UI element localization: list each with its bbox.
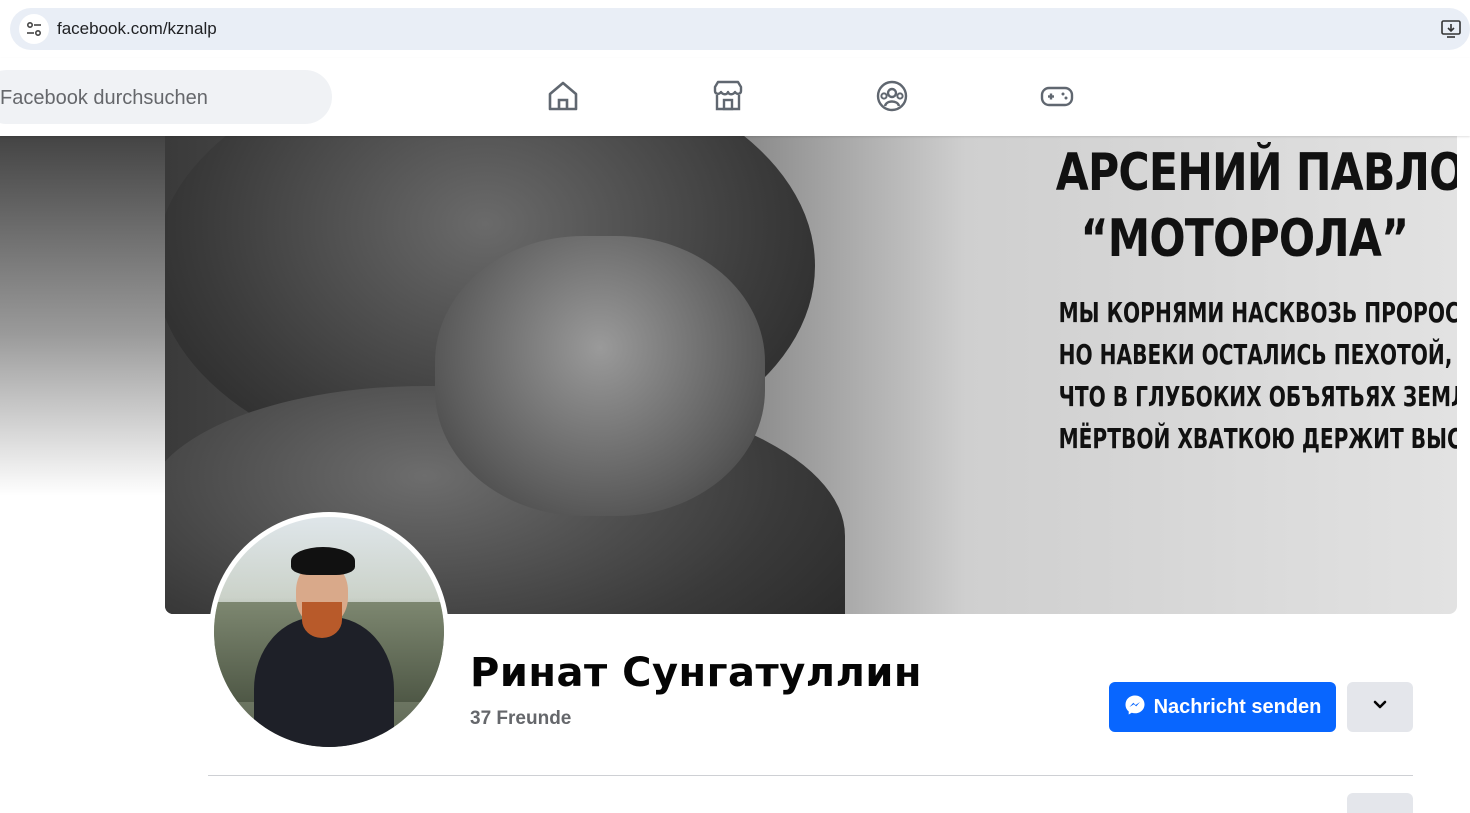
cover-title-line2: “МОТОРОЛА”	[1080, 209, 1410, 269]
send-message-button[interactable]: Nachricht senden	[1109, 682, 1336, 732]
avatar-beard	[302, 602, 342, 638]
page-background-gradient	[0, 136, 165, 496]
cover-title: АРСЕНИЙ ПАВЛОВ “МОТОРОЛА”	[1055, 140, 1457, 272]
cover-title-line1: АРСЕНИЙ ПАВЛОВ	[1055, 143, 1457, 203]
profile-divider	[208, 775, 1413, 776]
url-text[interactable]: facebook.com/kznalp	[57, 19, 217, 39]
profile-avatar[interactable]	[209, 512, 449, 752]
cover-face-shape	[435, 236, 765, 516]
cover-poem-line: МЫ КОРНЯМИ НАСКВОЗЬ ПРОРОСЛИ,	[1058, 296, 1457, 329]
install-app-icon[interactable]	[1440, 18, 1462, 40]
browser-toolbar: facebook.com/kznalp	[0, 0, 1470, 59]
search-input[interactable]	[0, 70, 332, 126]
search-box[interactable]	[0, 70, 332, 126]
profile-name: Ринат Сунгатуллин	[470, 650, 923, 696]
address-bar[interactable]: facebook.com/kznalp	[10, 8, 1470, 50]
facebook-top-nav	[0, 58, 1470, 136]
gaming-icon[interactable]	[1035, 74, 1079, 118]
partial-button[interactable]	[1347, 793, 1413, 813]
cover-poem-line: МЁРТВОЙ ХВАТКОЮ ДЕРЖИТ ВЫСОТЫ.	[1058, 422, 1457, 455]
cover-poem-line: НО НАВЕКИ ОСТАЛИСЬ ПЕХОТОЙ,	[1058, 338, 1453, 371]
home-icon[interactable]	[541, 74, 585, 118]
avatar-photo	[214, 517, 444, 747]
messenger-icon	[1124, 694, 1146, 721]
cover-poem-line: ЧТО В ГЛУБОКИХ ОБЪЯТЬЯХ ЗЕМЛИ	[1058, 380, 1457, 413]
send-message-label: Nachricht senden	[1153, 695, 1322, 718]
site-info-icon[interactable]	[19, 14, 49, 44]
friends-count[interactable]: 37 Freunde	[470, 708, 571, 730]
avatar-beret	[291, 547, 355, 575]
cover-poem: МЫ КОРНЯМИ НАСКВОЗЬ ПРОРОСЛИ, НО НАВЕКИ …	[1058, 292, 1457, 460]
marketplace-icon[interactable]	[706, 74, 750, 118]
more-options-button[interactable]	[1347, 682, 1413, 732]
groups-icon[interactable]	[870, 74, 914, 118]
chevron-down-icon	[1372, 698, 1388, 716]
